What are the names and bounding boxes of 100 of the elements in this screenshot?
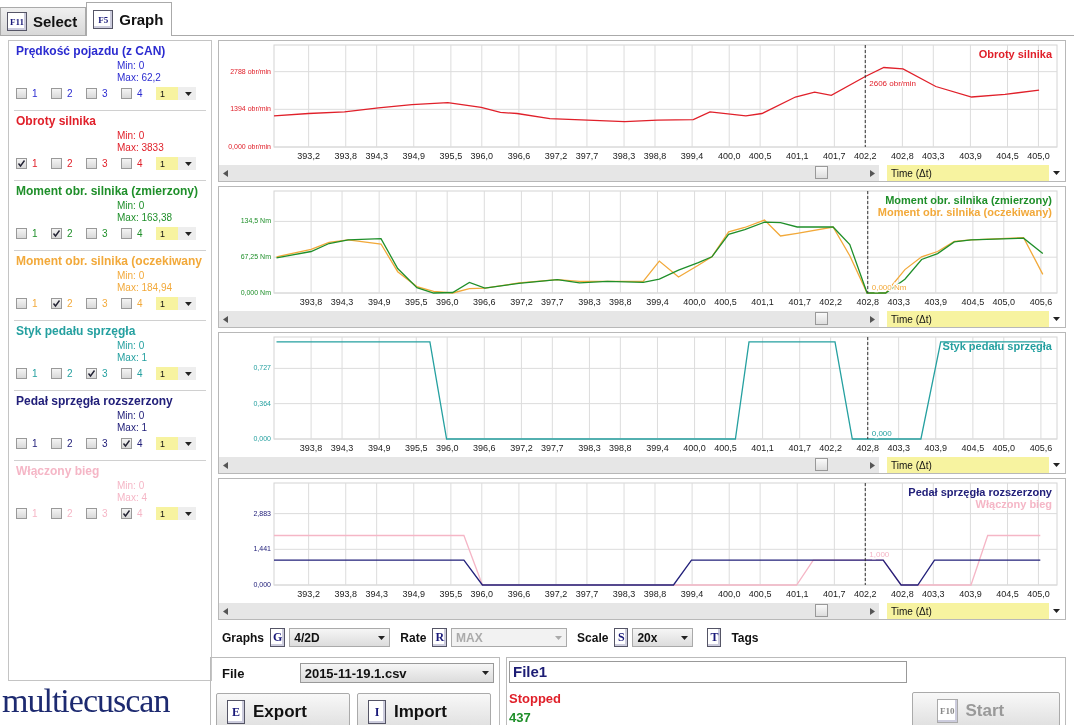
caret-icon[interactable] bbox=[1053, 171, 1060, 175]
scroll-left-icon[interactable] bbox=[223, 169, 228, 177]
checkbox[interactable] bbox=[121, 88, 132, 99]
axis-label: 396,0 bbox=[435, 297, 459, 307]
scrollbar[interactable] bbox=[219, 457, 879, 473]
scroll-left-icon[interactable] bbox=[223, 607, 228, 615]
scale-dropdown[interactable]: 1 bbox=[156, 227, 196, 240]
max-value: Max: 3833 bbox=[117, 142, 165, 154]
checkbox[interactable] bbox=[51, 298, 62, 309]
checkbox[interactable] bbox=[86, 438, 97, 449]
axis-dropdown[interactable]: Time (Δt) bbox=[887, 311, 1049, 327]
checkbox[interactable] bbox=[51, 368, 62, 379]
series-legend: Styk pedału sprzęgła bbox=[942, 340, 1052, 352]
scale-dropdown[interactable]: 1 bbox=[156, 507, 196, 520]
scale-dropdown[interactable]: 1 bbox=[156, 367, 196, 380]
checkbox[interactable] bbox=[16, 368, 27, 379]
axis-label: 401,1 bbox=[785, 151, 809, 161]
axis-label: 397,7 bbox=[541, 297, 564, 307]
checkbox[interactable] bbox=[16, 298, 27, 309]
caret-icon[interactable] bbox=[1053, 317, 1060, 321]
scroll-right-icon[interactable] bbox=[870, 461, 875, 469]
min-value: Min: 0 bbox=[117, 200, 146, 212]
checkbox[interactable] bbox=[51, 438, 62, 449]
checkbox[interactable] bbox=[86, 508, 97, 519]
checkbox[interactable] bbox=[121, 508, 132, 519]
scroll-thumb[interactable] bbox=[815, 458, 828, 471]
checkbox[interactable] bbox=[51, 508, 62, 519]
axis-label: 401,7 bbox=[788, 297, 811, 307]
name-field[interactable]: File1 bbox=[509, 661, 907, 683]
checkbox[interactable] bbox=[51, 158, 62, 169]
scroll-right-icon[interactable] bbox=[870, 315, 875, 323]
checkbox[interactable] bbox=[16, 88, 27, 99]
caret-icon[interactable] bbox=[1053, 463, 1060, 467]
axis-dropdown[interactable]: Time (Δt) bbox=[887, 457, 1049, 473]
scroll-right-icon[interactable] bbox=[870, 169, 875, 177]
scroll-thumb[interactable] bbox=[815, 312, 828, 325]
scrollbar[interactable] bbox=[219, 603, 879, 619]
checkbox[interactable] bbox=[16, 158, 27, 169]
tab[interactable]: F5 Graph bbox=[86, 2, 173, 36]
axis-dropdown[interactable]: Time (Δt) bbox=[887, 603, 1049, 619]
axis-label: 405,0 bbox=[992, 443, 1016, 453]
axis-label: 403,3 bbox=[922, 151, 945, 161]
axis-label: 397,2 bbox=[544, 589, 568, 599]
hotkey-key[interactable]: S bbox=[614, 628, 629, 647]
min-value: Min: 0 bbox=[117, 60, 146, 72]
checkbox[interactable] bbox=[86, 228, 97, 239]
file-select[interactable]: 2015-11-19.1.csv bbox=[299, 663, 494, 683]
min-value: Min: 0 bbox=[117, 130, 146, 142]
select-field[interactable]: 4/2D bbox=[289, 628, 391, 647]
axis-dropdown[interactable]: Time (Δt) bbox=[887, 165, 1049, 181]
axis-label: 399,4 bbox=[680, 151, 704, 161]
axis-label: 400,0 bbox=[683, 443, 706, 453]
checkbox[interactable] bbox=[121, 368, 132, 379]
axis-label: 396,6 bbox=[473, 297, 496, 307]
scale-dropdown[interactable]: 1 bbox=[156, 297, 196, 310]
checkbox[interactable] bbox=[51, 228, 62, 239]
axis-label: 405,6 bbox=[1029, 297, 1053, 307]
checkbox[interactable] bbox=[121, 438, 132, 449]
scale-dropdown[interactable]: 1 bbox=[156, 157, 196, 170]
action-button[interactable]: E Export bbox=[216, 693, 350, 725]
axis-label: 403,3 bbox=[887, 297, 910, 307]
scale-dropdown[interactable]: 1 bbox=[156, 437, 196, 450]
checkbox[interactable] bbox=[121, 228, 132, 239]
axis-label: 401,1 bbox=[785, 589, 809, 599]
caret-icon[interactable] bbox=[1053, 609, 1060, 613]
scroll-left-icon[interactable] bbox=[223, 461, 228, 469]
axis-label: 397,2 bbox=[510, 297, 533, 307]
min-value: Min: 0 bbox=[117, 480, 146, 492]
select-field[interactable]: 20x bbox=[632, 628, 694, 647]
checkbox[interactable] bbox=[86, 368, 97, 379]
axis-label: 393,8 bbox=[334, 151, 357, 161]
axis-label: 401,1 bbox=[751, 297, 774, 307]
checkbox[interactable] bbox=[86, 298, 97, 309]
scrollbar[interactable] bbox=[219, 165, 879, 181]
tab[interactable]: F11 Select bbox=[0, 7, 87, 35]
key-badge: I bbox=[368, 700, 386, 724]
scrollbar[interactable] bbox=[219, 311, 879, 327]
scale-dropdown[interactable]: 1 bbox=[156, 87, 196, 100]
checkbox[interactable] bbox=[121, 298, 132, 309]
checkbox[interactable] bbox=[86, 158, 97, 169]
checkbox[interactable] bbox=[16, 228, 27, 239]
hotkey-key[interactable]: T bbox=[707, 628, 722, 647]
checkbox[interactable] bbox=[121, 158, 132, 169]
checkbox[interactable] bbox=[16, 508, 27, 519]
checkbox-label: 3 bbox=[102, 368, 109, 379]
axis-label: 394,3 bbox=[330, 443, 354, 453]
hotkey-key[interactable]: G bbox=[270, 628, 286, 647]
axis-label: 404,5 bbox=[961, 443, 985, 453]
series-legend: Moment obr. silnika (zmierzony) bbox=[885, 194, 1052, 206]
checkbox[interactable] bbox=[16, 438, 27, 449]
scroll-left-icon[interactable] bbox=[223, 315, 228, 323]
checkbox[interactable] bbox=[86, 88, 97, 99]
scroll-thumb[interactable] bbox=[815, 604, 828, 617]
signal-name: Prędkość pojazdu (z CAN) bbox=[16, 44, 167, 60]
cursor-value: 2606 obr/min bbox=[869, 79, 916, 89]
scroll-right-icon[interactable] bbox=[870, 607, 875, 615]
checkbox[interactable] bbox=[51, 88, 62, 99]
file-label: File bbox=[221, 665, 246, 681]
action-button[interactable]: I Import bbox=[357, 693, 491, 725]
scroll-thumb[interactable] bbox=[815, 166, 828, 179]
